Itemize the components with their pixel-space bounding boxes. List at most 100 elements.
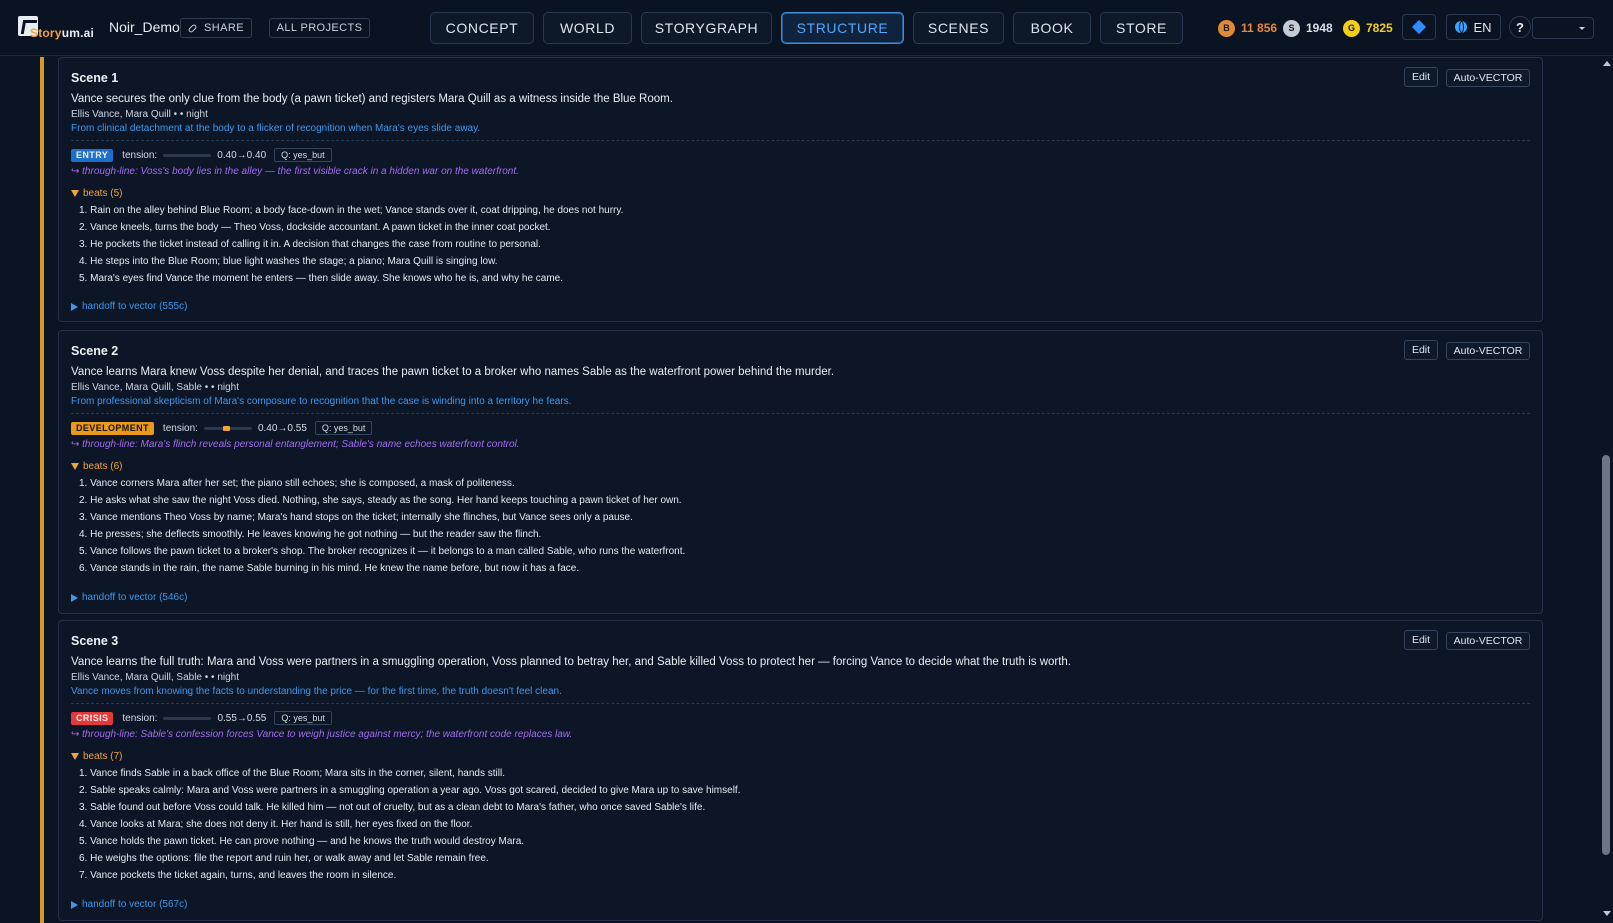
beat-list: 1. Vance corners Mara after her set; the… (79, 475, 685, 577)
triangle-down-icon (71, 753, 79, 760)
tab-store[interactable]: STORE (1100, 12, 1183, 44)
beat-list: 1. Vance finds Sable in a back office of… (79, 765, 740, 884)
scene-arc: From professional skepticism of Mara's c… (71, 396, 572, 407)
tab-structure[interactable]: STRUCTURE (781, 12, 904, 44)
language-label: EN (1473, 19, 1492, 35)
beat-item: 1. Rain on the alley behind Blue Room; a… (79, 205, 624, 216)
divider (71, 703, 1530, 704)
through-line: ↪ through-line: Sable's confession force… (71, 729, 573, 740)
stage-badge: DEVELOPMENT (71, 421, 154, 435)
edit-button[interactable]: Edit (1404, 630, 1438, 650)
beat-item: 4. Vance looks at Mara; she does not den… (79, 819, 473, 830)
gold-coin-icon: G (1343, 19, 1360, 37)
scene-characters: Ellis Vance, Mara Quill • • night (71, 109, 208, 120)
beat-item: 2. Vance kneels, turns the body — Theo V… (79, 222, 551, 233)
handoff-label: handoff to vector (555c) (82, 301, 188, 312)
question-chip: Q: yes_but (274, 148, 332, 162)
scrollbar-thumb[interactable] (1602, 455, 1610, 855)
beat-item: 4. He steps into the Blue Room; blue lig… (79, 256, 498, 267)
beat-item: 2. He asks what she saw the night Voss d… (79, 495, 682, 506)
beat-item: 5. Vance holds the pawn ticket. He can p… (79, 836, 525, 847)
scene-characters: Ellis Vance, Mara Quill, Sable • • night (71, 382, 240, 393)
tension-bar (163, 716, 212, 720)
beats-toggle[interactable]: beats (7) (71, 751, 122, 762)
divider (71, 413, 1530, 414)
scene-arc: Vance moves from knowing the facts to un… (71, 686, 562, 697)
handoff-toggle[interactable]: handoff to vector (546c) (71, 592, 187, 603)
premium-button[interactable] (1402, 14, 1436, 40)
scene-meta-row: ENTRY tension: 0.40→0.40 Q: yes_but (71, 148, 332, 162)
auto-vector-button[interactable]: Auto-VECTOR (1446, 69, 1530, 87)
tension-label: tension: (122, 712, 158, 724)
language-selector[interactable]: EN (1446, 14, 1501, 40)
tab-scenes[interactable]: SCENES (913, 12, 1004, 44)
handoff-toggle[interactable]: handoff to vector (567c) (71, 899, 187, 910)
beat-item: 5. Vance follows the pawn ticket to a br… (79, 546, 686, 557)
act-rail (40, 57, 44, 923)
scroll-up-arrow-icon[interactable] (1603, 61, 1611, 66)
beat-item: 1. Vance finds Sable in a back office of… (79, 768, 505, 779)
gold-balance[interactable]: G 7825 (1343, 18, 1393, 38)
share-button[interactable]: SHARE (180, 18, 252, 38)
handoff-label: handoff to vector (546c) (82, 592, 188, 603)
logo-text-domain: um.ai (61, 26, 95, 40)
scene-meta-row: DEVELOPMENT tension: 0.40→0.55 Q: yes_bu… (71, 421, 373, 435)
scroll-down-arrow-icon[interactable] (1603, 911, 1611, 916)
beat-item: 7. Vance pockets the ticket again, turns… (79, 870, 397, 881)
top-bar: Storyum.ai Noir_Demo SHARE ALL PROJECTS … (0, 0, 1613, 56)
edit-button[interactable]: Edit (1404, 67, 1438, 87)
help-button[interactable]: ? (1509, 16, 1531, 38)
beats-toggle[interactable]: beats (5) (71, 188, 122, 199)
triangle-right-icon (71, 302, 78, 311)
auto-vector-button[interactable]: Auto-VECTOR (1446, 632, 1530, 650)
link-icon (187, 23, 198, 33)
beats-toggle[interactable]: beats (6) (71, 461, 122, 472)
scene-summary: Vance learns Mara knew Voss despite her … (71, 366, 835, 378)
stage-badge: CRISIS (71, 711, 114, 725)
beat-item: 4. He presses; she deflects smoothly. He… (79, 529, 542, 540)
through-line: ↪ through-line: Mara's flinch reveals pe… (71, 439, 520, 450)
tab-storygraph[interactable]: STORYGRAPH (641, 12, 772, 44)
scene-card: Scene 3 Edit Auto-VECTOR Vance learns th… (58, 620, 1543, 921)
all-projects-button[interactable]: ALL PROJECTS (269, 18, 370, 38)
stage-badge: ENTRY (71, 148, 114, 162)
scene-meta-row: CRISIS tension: 0.55→0.55 Q: yes_but (71, 711, 332, 725)
beat-item: 3. He pockets the ticket instead of call… (79, 239, 541, 250)
bronze-balance[interactable]: B 11 856 (1218, 18, 1277, 38)
beat-item: 6. He weighs the options: file the repor… (79, 853, 489, 864)
auto-vector-button[interactable]: Auto-VECTOR (1446, 342, 1530, 360)
project-name: Noir_Demo (109, 19, 180, 35)
scene-card: Scene 1 Edit Auto-VECTOR Vance secures t… (58, 57, 1543, 322)
handoff-toggle[interactable]: handoff to vector (555c) (71, 301, 187, 312)
gold-value: 7825 (1366, 21, 1393, 35)
tension-bar (163, 153, 212, 157)
question-chip: Q: yes_but (274, 711, 332, 725)
bronze-value: 11 856 (1241, 21, 1278, 35)
edit-button[interactable]: Edit (1404, 340, 1438, 360)
beat-list: 1. Rain on the alley behind Blue Room; a… (79, 202, 623, 287)
triangle-right-icon (71, 900, 78, 909)
user-menu-dropdown[interactable] (1532, 17, 1594, 39)
scene-arc: From clinical detachment at the body to … (71, 123, 481, 134)
beats-label: beats (7) (83, 751, 123, 762)
handoff-label: handoff to vector (567c) (82, 899, 188, 910)
tension-label: tension: (162, 422, 198, 434)
tab-book[interactable]: BOOK (1013, 12, 1091, 44)
silver-value: 1948 (1306, 21, 1333, 35)
tab-world[interactable]: WORLD (543, 12, 632, 44)
silver-balance[interactable]: S 1948 (1283, 18, 1333, 38)
question-chip: Q: yes_but (314, 421, 373, 435)
diamond-icon (1411, 19, 1427, 35)
tab-concept[interactable]: CONCEPT (430, 12, 534, 44)
tension-fill (223, 425, 231, 431)
beat-item: 1. Vance corners Mara after her set; the… (79, 478, 515, 489)
app-logo[interactable]: Storyum.ai (18, 14, 98, 42)
triangle-right-icon (71, 593, 78, 602)
globe-icon (1455, 21, 1468, 33)
beats-label: beats (5) (83, 188, 123, 199)
scene-title: Scene 3 (71, 634, 119, 648)
triangle-down-icon (71, 190, 79, 197)
tension-label: tension: (122, 149, 158, 161)
scene-title: Scene 2 (71, 344, 119, 358)
tension-bar (203, 425, 252, 431)
